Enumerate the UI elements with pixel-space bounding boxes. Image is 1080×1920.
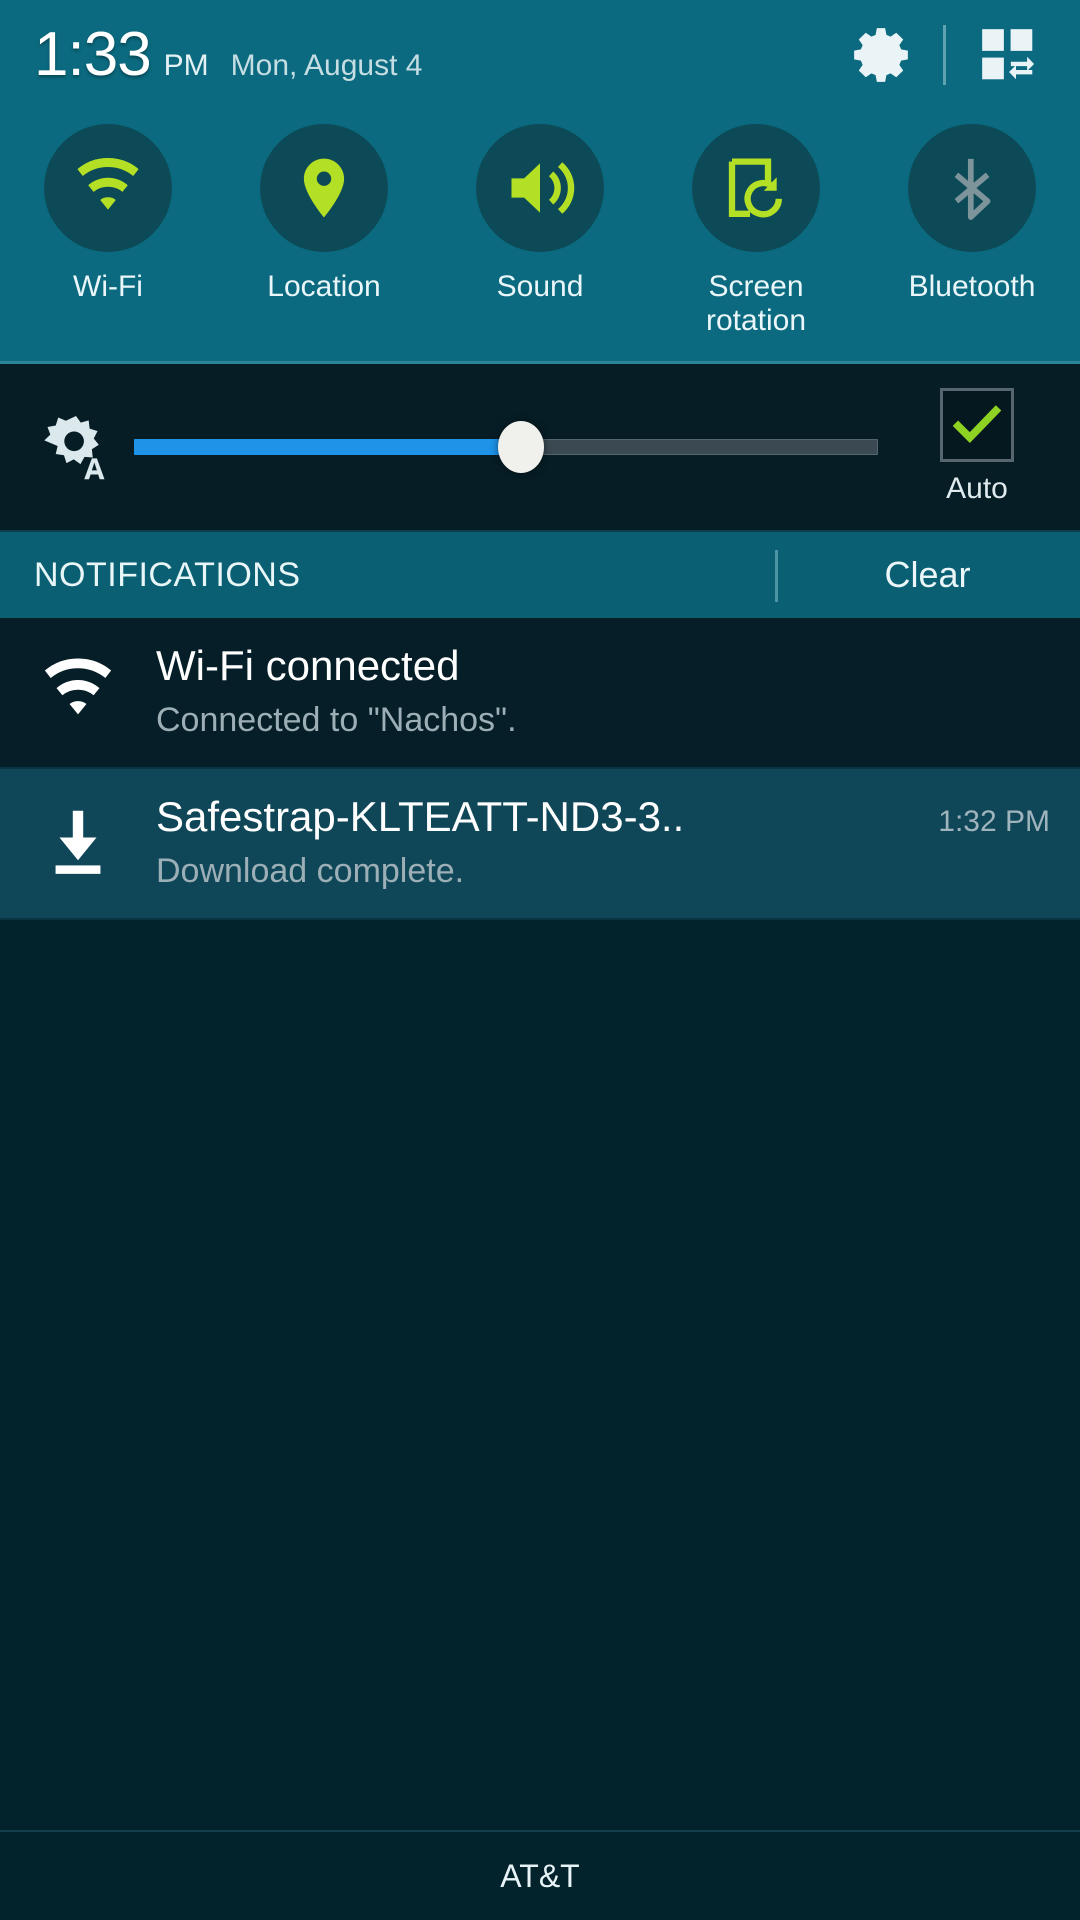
notification-icon-wrap (0, 803, 156, 881)
notifications-header: NOTIFICATIONS Clear (0, 532, 1080, 619)
speaker-sound-icon (511, 162, 575, 214)
toggle-sound-circle (476, 124, 604, 252)
clock-date: Mon, August 4 (230, 49, 423, 82)
quick-toggle-row: Wi-Fi Location Sound Screen rotation Blu… (0, 110, 1080, 365)
toggle-sound[interactable]: Sound (442, 124, 638, 304)
status-bar: 1:33 PM Mon, August 4 (0, 0, 1080, 110)
notification-item-download[interactable]: Safestrap-KLTEATT-ND3-3.. 1:32 PM Downlo… (0, 769, 1080, 921)
notification-title: Safestrap-KLTEATT-ND3-3.. (156, 793, 685, 841)
carrier-bar: AT&T (0, 1830, 1080, 1920)
wifi-icon (44, 658, 112, 715)
download-icon (55, 810, 101, 874)
toggle-location[interactable]: Location (226, 124, 422, 304)
auto-brightness-label: Auto (946, 472, 1008, 506)
toggle-screen-rotation-label: Screen rotation (705, 270, 807, 337)
notifications-title: NOTIFICATIONS (34, 555, 301, 594)
notification-title-row: Wi-Fi connected (156, 640, 1050, 693)
notification-title-row: Safestrap-KLTEATT-ND3-3.. 1:32 PM (156, 791, 1050, 844)
toggle-bluetooth-circle (908, 124, 1036, 252)
notification-shade: 1:33 PM Mon, August 4 Wi-Fi Location Sou… (0, 0, 1080, 1920)
toggle-bluetooth-label: Bluetooth (908, 270, 1036, 303)
quick-settings-grid-icon (982, 29, 1035, 80)
brightness-slider[interactable] (134, 412, 878, 482)
gear-icon (854, 28, 908, 82)
auto-brightness-icon (44, 416, 105, 480)
bluetooth-icon (954, 158, 991, 220)
clock-ampm: PM (163, 49, 209, 82)
notification-item-wifi[interactable]: Wi-Fi connected Connected to "Nachos". (0, 618, 1080, 770)
notifications-header-divider (775, 550, 778, 603)
brightness-slider-fill (134, 439, 521, 456)
toggle-location-circle (260, 124, 388, 252)
toggle-bluetooth[interactable]: Bluetooth (874, 124, 1070, 304)
toggle-location-label: Location (267, 270, 381, 303)
toggle-screen-rotation[interactable]: Screen rotation (658, 124, 854, 337)
header-actions (843, 17, 1046, 93)
header-divider (943, 25, 946, 85)
auto-brightness-checkbox[interactable] (940, 388, 1014, 463)
brightness-slider-thumb[interactable] (497, 421, 544, 474)
carrier-name: AT&T (500, 1857, 580, 1894)
auto-brightness-toggle[interactable]: Auto (902, 388, 1052, 506)
notification-subtitle: Download complete. (156, 851, 465, 890)
settings-button[interactable] (843, 17, 919, 93)
toggle-wifi-label: Wi-Fi (73, 270, 143, 303)
toggle-wifi-circle (44, 124, 172, 252)
screen-rotation-icon (728, 158, 782, 218)
clear-notifications-button[interactable]: Clear (775, 532, 1080, 618)
notification-title: Wi-Fi connected (156, 642, 460, 690)
quick-settings-button[interactable] (970, 17, 1046, 93)
notification-icon-wrap (0, 652, 156, 730)
notification-body: Wi-Fi connected Connected to "Nachos". (156, 640, 1050, 741)
clock-area: 1:33 PM Mon, August 4 (34, 24, 843, 86)
notification-body: Safestrap-KLTEATT-ND3-3.. 1:32 PM Downlo… (156, 791, 1050, 892)
wifi-icon (77, 157, 139, 210)
empty-shade-area (0, 920, 1080, 1701)
auto-brightness-icon-wrap (28, 409, 124, 485)
clock-time: 1:33 (34, 20, 152, 89)
location-pin-icon (303, 158, 345, 218)
notification-subtitle: Connected to "Nachos". (156, 700, 517, 739)
notification-timestamp: 1:32 PM (938, 805, 1050, 839)
checkmark-icon (952, 405, 1002, 444)
toggle-sound-label: Sound (496, 270, 584, 303)
toggle-screen-rotation-circle (692, 124, 820, 252)
brightness-row: Auto (0, 364, 1080, 533)
toggle-wifi[interactable]: Wi-Fi (10, 124, 206, 304)
